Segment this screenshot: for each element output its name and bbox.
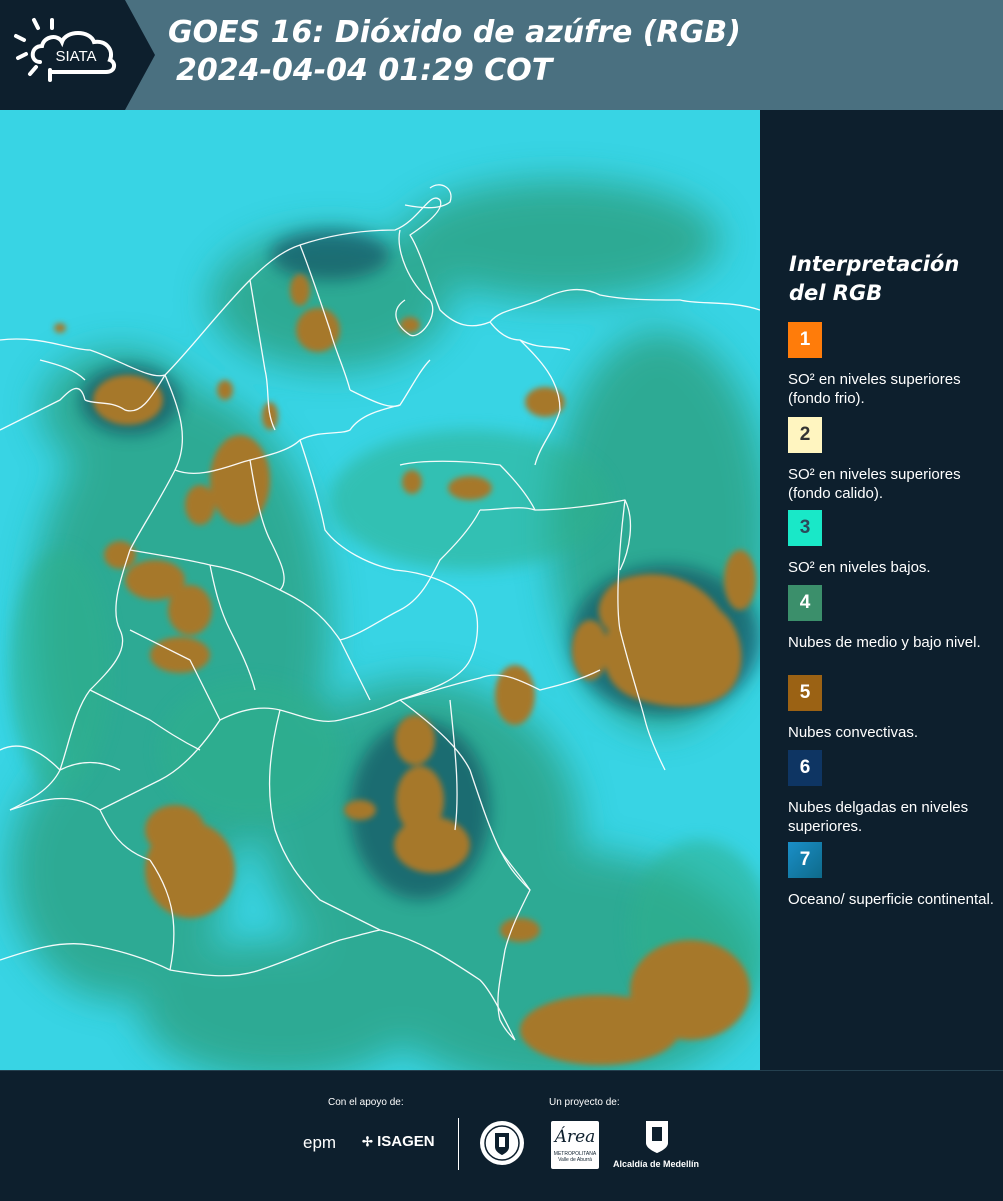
legend-item-7: 7 Oceano/ superficie continental. — [788, 842, 998, 909]
support-label: Con el apoyo de: — [328, 1097, 404, 1108]
legend-swatch-4: 4 — [788, 585, 822, 621]
legend-swatch-5: 5 — [788, 675, 822, 711]
legend-item-4: 4 Nubes de medio y bajo nivel. — [788, 585, 998, 652]
legend-swatch-2: 2 — [788, 417, 822, 453]
footer-divider — [458, 1118, 459, 1170]
legend-item-5: 5 Nubes convectivas. — [788, 675, 998, 742]
legend-item-2: 2 SO² en niveles superiores (fondo calid… — [788, 417, 998, 503]
area-logo-text: Área — [554, 1127, 596, 1147]
legend-label-5: Nubes convectivas. — [788, 724, 919, 741]
isagen-logo: ✢ ISAGEN — [362, 1133, 435, 1150]
area-logo-sub2: Valle de Aburrá — [558, 1157, 592, 1163]
legend-label-3: SO² en niveles bajos. — [788, 559, 931, 576]
legend-swatch-3: 3 — [788, 510, 822, 546]
isagen-text: ISAGEN — [377, 1133, 435, 1150]
legend-label-6: Nubes delgadas en niveles superiores. — [788, 799, 969, 835]
medellin-seal-icon — [480, 1121, 524, 1165]
legend-item-6: 6 Nubes delgadas en niveles superiores. — [788, 750, 998, 836]
legend-item-1: 1 SO² en niveles superiores (fondo frio)… — [788, 322, 998, 408]
footer: Con el apoyo de: Un proyecto de: epm ✢ I… — [0, 1070, 1003, 1201]
siata-logo-text: SIATA — [55, 48, 96, 65]
satellite-map — [0, 110, 760, 1070]
alcaldia-shield-icon — [646, 1121, 668, 1153]
page-title: GOES 16: Dióxido de azúfre (RGB) 2024-04-… — [168, 14, 741, 90]
title-line-1: GOES 16: Dióxido de azúfre (RGB) — [168, 15, 741, 50]
legend-swatch-1: 1 — [788, 322, 822, 358]
legend-panel: Interpretación del RGB 1 SO² en niveles … — [760, 110, 1003, 1070]
siata-logo: SIATA — [0, 0, 155, 110]
isagen-icon: ✢ — [362, 1134, 373, 1149]
legend-label-1: SO² en niveles superiores (fondo frio). — [788, 371, 961, 407]
alcaldia-text: Alcaldía de Medellín — [613, 1159, 700, 1169]
legend-title: Interpretación del RGB — [789, 252, 960, 305]
legend-item-3: 3 SO² en niveles bajos. — [788, 510, 998, 577]
legend-label-7: Oceano/ superficie continental. — [788, 891, 994, 908]
header-bar: SIATA GOES 16: Dióxido de azúfre (RGB) 20… — [0, 0, 1003, 110]
legend-swatch-6: 6 — [788, 750, 822, 786]
area-metropolitana-logo: Área METROPOLITANA Valle de Aburrá — [551, 1121, 599, 1169]
title-line-2: 2024-04-04 01:29 COT — [176, 53, 553, 88]
legend-swatch-7: 7 — [788, 842, 822, 878]
legend-label-4: Nubes de medio y bajo nivel. — [788, 634, 981, 651]
epm-logo: epm — [303, 1133, 337, 1152]
legend-label-2: SO² en niveles superiores (fondo calido)… — [788, 466, 961, 502]
project-label: Un proyecto de: — [549, 1097, 620, 1108]
